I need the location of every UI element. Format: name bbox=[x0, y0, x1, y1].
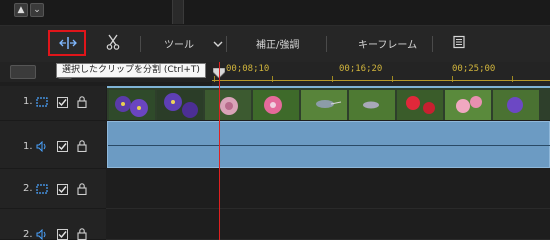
ruler-tick bbox=[272, 76, 273, 82]
split-tooltip: 選択したクリップを分割 (Ctrl+T) bbox=[56, 63, 206, 78]
lock-icon[interactable] bbox=[77, 183, 87, 195]
track-number: 1. bbox=[23, 96, 33, 107]
timeline-settings-button[interactable] bbox=[10, 65, 36, 79]
ruler-label: 00;25;00 bbox=[452, 64, 496, 74]
toolbar-divider bbox=[226, 36, 227, 52]
playhead-line[interactable] bbox=[219, 62, 220, 240]
track-header-video-2[interactable]: 2. bbox=[0, 169, 106, 209]
scissors-icon bbox=[106, 34, 120, 50]
split-clip-icon bbox=[59, 37, 77, 49]
audio-waveform bbox=[108, 145, 550, 146]
ruler-tick bbox=[452, 76, 453, 82]
video-clip[interactable] bbox=[107, 86, 550, 120]
video-track-icon bbox=[36, 184, 48, 194]
clip-thumbnail bbox=[445, 90, 491, 120]
track-header-audio-2[interactable]: 2. bbox=[0, 209, 106, 240]
track-header-video-1[interactable]: 1. bbox=[0, 86, 106, 121]
ruler-label: 00;08;10 bbox=[226, 64, 270, 74]
toolbar-divider bbox=[326, 36, 327, 52]
clip-thumbnail bbox=[205, 90, 251, 120]
clip-thumbnail bbox=[109, 90, 155, 120]
clip-list-button[interactable] bbox=[452, 35, 466, 52]
audio-track-icon bbox=[36, 229, 46, 240]
chevron-down-icon bbox=[213, 41, 223, 47]
track-number: 1. bbox=[23, 141, 33, 152]
checkbox-icon[interactable] bbox=[57, 141, 68, 152]
checkbox-icon[interactable] bbox=[57, 184, 68, 195]
clip-thumbnail bbox=[349, 90, 395, 120]
chevron-down-button[interactable]: ⌄ bbox=[30, 3, 44, 17]
toolbar-divider bbox=[140, 36, 141, 52]
lock-icon[interactable] bbox=[77, 96, 87, 108]
audio-clip[interactable] bbox=[107, 121, 550, 168]
cut-button[interactable] bbox=[106, 34, 120, 53]
clip-list-icon bbox=[453, 35, 465, 49]
correction-button[interactable]: 補正/強調 bbox=[256, 36, 299, 51]
collapse-up-button[interactable]: ▲ bbox=[14, 3, 28, 17]
lock-icon[interactable] bbox=[77, 228, 87, 240]
split-clip-button[interactable] bbox=[48, 30, 86, 56]
keyframe-button[interactable]: キーフレーム bbox=[358, 36, 417, 51]
tools-label: ツール bbox=[164, 40, 194, 51]
track-number: 2. bbox=[23, 229, 33, 240]
ruler-label: 00;16;20 bbox=[339, 64, 383, 74]
upper-panel: ▲ ⌄ bbox=[0, 0, 550, 26]
track-area-audio-2[interactable] bbox=[106, 209, 550, 240]
track-number: 2. bbox=[23, 183, 33, 194]
clip-thumbnail bbox=[397, 90, 443, 120]
track-header-audio-1[interactable]: 1. bbox=[0, 121, 106, 169]
tools-menu-button[interactable]: ツール bbox=[164, 36, 223, 51]
audio-track-icon bbox=[36, 141, 46, 152]
ruler-baseline bbox=[212, 80, 550, 81]
toolbar-divider bbox=[432, 36, 433, 52]
lock-icon[interactable] bbox=[77, 140, 87, 152]
checkbox-icon[interactable] bbox=[57, 97, 68, 108]
panel-scrollbar[interactable] bbox=[172, 0, 184, 24]
track-area-video-2[interactable] bbox=[106, 169, 550, 209]
timeline-toolbar: ツール 補正/強調 キーフレーム bbox=[0, 26, 550, 62]
clip-thumbnail bbox=[253, 90, 299, 120]
clip-thumbnail bbox=[493, 90, 539, 120]
time-ruler[interactable]: 00;08;10 00;16;20 00;25;00 bbox=[212, 62, 550, 86]
clip-thumbnail bbox=[301, 90, 347, 120]
correction-label: 補正/強調 bbox=[256, 40, 300, 51]
keyframe-label: キーフレーム bbox=[358, 40, 418, 51]
video-track-icon bbox=[36, 97, 48, 107]
clip-thumbnail bbox=[157, 90, 203, 120]
ruler-tick bbox=[332, 76, 333, 82]
ruler-tick bbox=[512, 76, 513, 82]
checkbox-icon[interactable] bbox=[57, 229, 68, 240]
ruler-tick bbox=[392, 76, 393, 82]
